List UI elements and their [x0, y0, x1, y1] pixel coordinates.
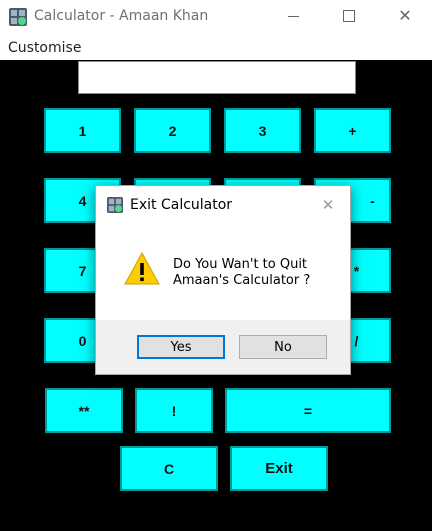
calculator-app-icon	[107, 197, 123, 213]
dialog-message: Do You Wan't to Quit Amaan's Calculator …	[173, 257, 311, 288]
calculator-app-icon	[9, 8, 27, 26]
yes-button[interactable]: Yes	[137, 335, 225, 359]
maximize-icon	[343, 9, 355, 22]
dialog-close-button[interactable]: ✕	[314, 194, 342, 216]
button-plus[interactable]: +	[314, 108, 391, 153]
window-titlebar: Calculator - Amaan Khan ✕	[0, 0, 432, 34]
calculator-display[interactable]	[78, 61, 356, 94]
menu-customise[interactable]: Customise	[8, 40, 81, 56]
button-equals[interactable]: =	[225, 388, 391, 433]
button-1[interactable]: 1	[44, 108, 121, 153]
close-button[interactable]: ✕	[376, 0, 432, 34]
dialog-footer: Yes No	[96, 320, 350, 374]
button-power[interactable]: **	[45, 388, 123, 433]
button-exit[interactable]: Exit	[230, 446, 328, 491]
minimize-icon	[287, 16, 299, 18]
no-button[interactable]: No	[239, 335, 327, 359]
exit-dialog: Exit Calculator ✕ Do You Wan't to Quit A…	[95, 185, 351, 375]
close-icon: ✕	[398, 8, 412, 25]
maximize-button[interactable]	[320, 0, 378, 34]
minimize-button[interactable]	[264, 0, 322, 34]
button-clear[interactable]: C	[120, 446, 218, 491]
button-3[interactable]: 3	[224, 108, 301, 153]
close-icon: ✕	[321, 196, 335, 214]
dialog-titlebar: Exit Calculator ✕	[96, 186, 350, 224]
window-title: Calculator - Amaan Khan	[34, 8, 209, 24]
button-2[interactable]: 2	[134, 108, 211, 153]
menu-bar: Customise	[0, 34, 432, 60]
dialog-title: Exit Calculator	[130, 197, 233, 213]
button-factorial[interactable]: !	[135, 388, 213, 433]
warning-icon	[124, 251, 160, 285]
